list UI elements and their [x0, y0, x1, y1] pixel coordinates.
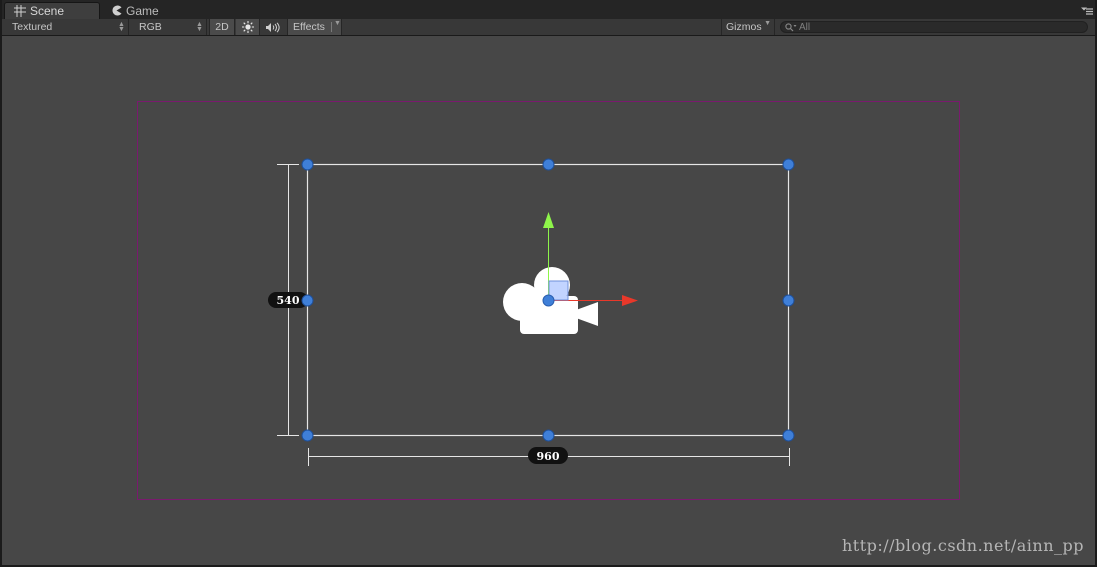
audio-toggle-button[interactable]: [261, 19, 285, 35]
chevron-down-icon: ▼: [334, 20, 341, 27]
2d-label: 2D: [215, 21, 229, 33]
rect-handle-left[interactable]: [301, 294, 314, 307]
updown-arrows-icon: ▲ ▼: [196, 21, 203, 33]
draw-mode-dropdown[interactable]: Textured ▲ ▼: [6, 19, 129, 35]
search-input[interactable]: [799, 21, 1069, 33]
move-gizmo[interactable]: [542, 212, 638, 307]
divider: [331, 22, 332, 32]
rect-handle-bottom-right[interactable]: [782, 429, 795, 442]
x-axis-arrow-icon[interactable]: [622, 295, 638, 306]
scene-toolbar: Textured ▲ ▼ RGB ▲ ▼ 2D Effects ▼ Gizmos ▼: [0, 19, 1097, 36]
effects-dropdown-button[interactable]: Effects ▼: [287, 19, 342, 35]
rect-handle-top[interactable]: [542, 158, 555, 171]
tab-game[interactable]: Game: [102, 2, 192, 19]
sun-icon: [241, 21, 254, 33]
height-label: 540: [277, 294, 300, 307]
speaker-icon: [266, 21, 280, 33]
rect-handle-bottom[interactable]: [542, 429, 555, 442]
updown-arrows-icon: ▲ ▼: [118, 21, 125, 33]
scene-grid-icon: [14, 5, 26, 17]
draw-mode-label: Textured: [12, 21, 53, 33]
rect-handle-top-right[interactable]: [782, 158, 795, 171]
gizmos-label: Gizmos: [726, 21, 762, 33]
gizmos-dropdown[interactable]: Gizmos ▼: [721, 19, 775, 35]
render-mode-dropdown[interactable]: RGB ▲ ▼: [133, 19, 207, 35]
tab-bar: Scene Game: [0, 0, 1097, 19]
rect-handle-right[interactable]: [782, 294, 795, 307]
game-pacman-icon: [112, 5, 122, 16]
scene-viewport[interactable]: 540 960 http://blog.csdn.net/ainn_pp: [2, 36, 1095, 565]
2d-toggle-button[interactable]: 2D: [209, 19, 235, 35]
search-icon: [785, 22, 797, 31]
panel-menu-icon[interactable]: [1081, 6, 1093, 16]
scene-gizmos: 540 960: [137, 101, 960, 500]
width-dimension: 960: [308, 447, 790, 466]
watermark: http://blog.csdn.net/ainn_pp: [841, 536, 1084, 555]
tab-scene-label: Scene: [30, 4, 65, 18]
search-field[interactable]: [780, 21, 1088, 33]
lighting-toggle-button[interactable]: [236, 19, 260, 35]
chevron-down-icon: ▼: [764, 20, 771, 27]
rect-handle-bottom-left[interactable]: [301, 429, 314, 442]
render-mode-label: RGB: [139, 21, 162, 33]
effects-label: Effects: [293, 21, 325, 33]
tab-scene[interactable]: Scene: [4, 2, 100, 19]
pivot-handle[interactable]: [542, 294, 555, 307]
y-axis-arrow-icon[interactable]: [543, 212, 554, 228]
tab-game-label: Game: [126, 3, 159, 18]
rect-handle-top-left[interactable]: [301, 158, 314, 171]
width-label: 960: [537, 450, 560, 463]
